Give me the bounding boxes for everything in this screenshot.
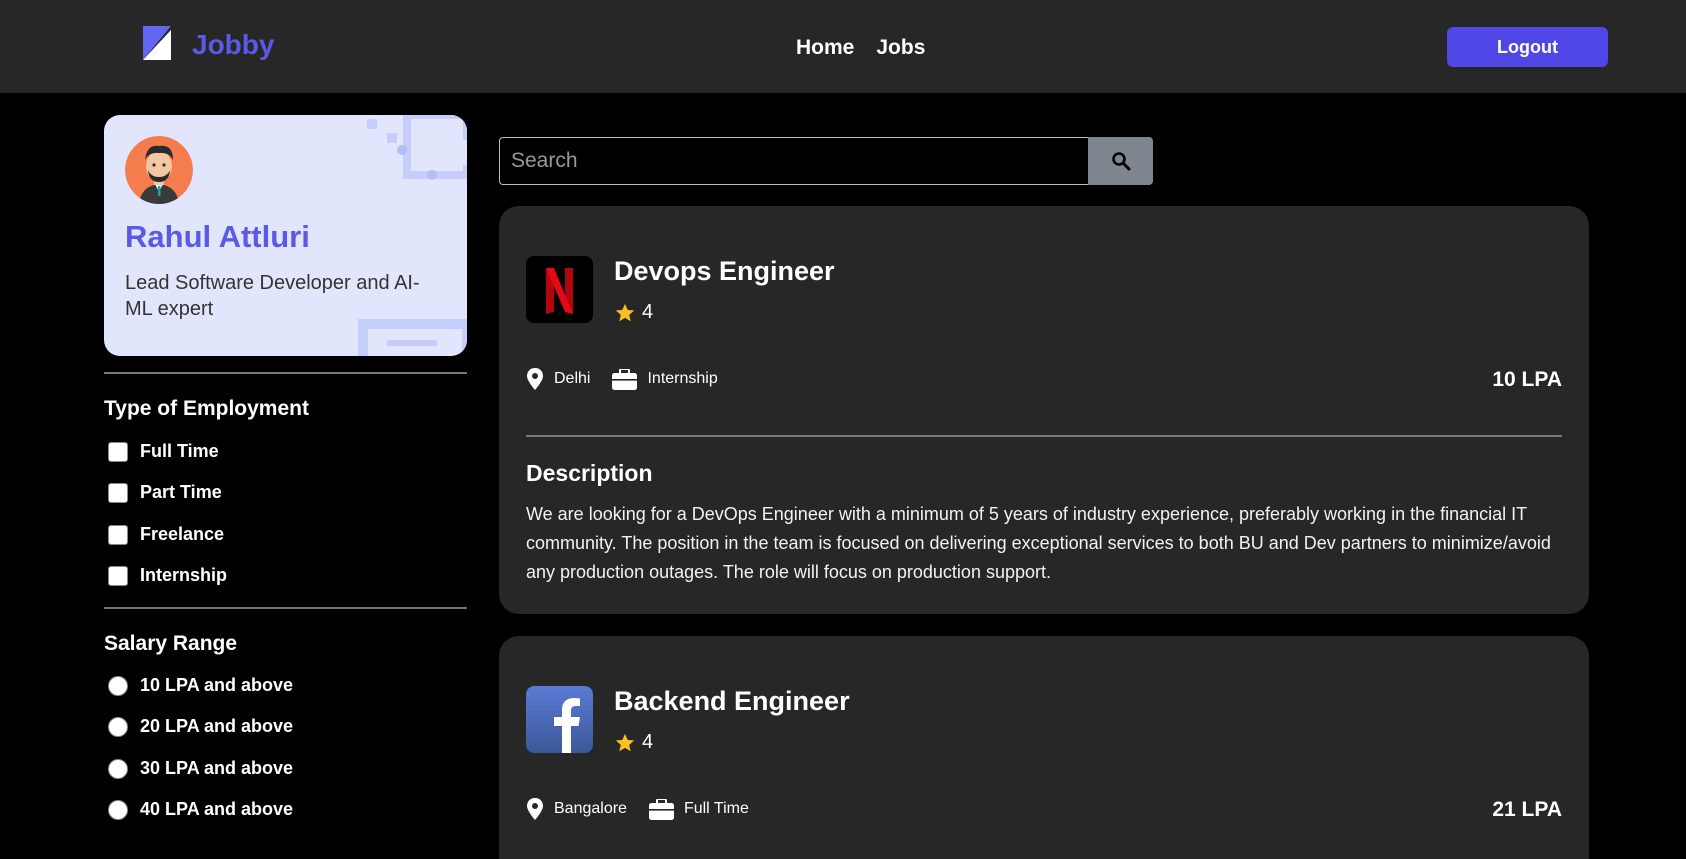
- briefcase-icon: [612, 368, 638, 390]
- job-card[interactable]: Backend Engineer 4 Bangalore Full Time 2…: [499, 636, 1589, 859]
- search-icon: [1111, 152, 1130, 171]
- decorative-pattern-icon: [367, 115, 467, 180]
- filter-label: 10 LPA and above: [140, 675, 294, 695]
- radio-button[interactable]: [108, 716, 128, 737]
- search-input[interactable]: [499, 137, 1088, 185]
- navbar: Jobby Home Jobs Logout: [0, 0, 1686, 93]
- nav-home-link[interactable]: Home: [796, 36, 854, 60]
- card-divider: [526, 435, 1562, 437]
- jobby-logo-icon[interactable]: [139, 24, 173, 62]
- facebook-logo-icon: [526, 686, 593, 753]
- employment-type-heading: Type of Employment: [104, 397, 309, 420]
- decorative-pattern-icon: [358, 319, 467, 356]
- job-rating: 4: [614, 731, 653, 754]
- filter-label: 20 LPA and above: [140, 716, 294, 736]
- filter-label: Full Time: [140, 441, 219, 461]
- job-meta: Delhi Internship: [526, 368, 718, 390]
- salary-filter-20-lpa[interactable]: 20 LPA and above: [108, 716, 293, 737]
- divider: [104, 607, 467, 609]
- location-pin-icon: [527, 368, 543, 390]
- job-employment-type: Full Time: [648, 798, 749, 820]
- nav-links: Home Jobs: [796, 36, 925, 60]
- filter-label: 30 LPA and above: [140, 758, 294, 778]
- search-button[interactable]: [1088, 137, 1153, 185]
- job-title: Devops Engineer: [614, 256, 835, 286]
- logout-button[interactable]: Logout: [1447, 27, 1608, 67]
- job-package: 10 LPA: [1492, 368, 1562, 391]
- rating-value: 4: [642, 301, 654, 323]
- filter-label: Part Time: [140, 482, 222, 502]
- search-bar: [499, 137, 1153, 185]
- job-package: 21 LPA: [1492, 798, 1562, 821]
- checkbox[interactable]: [108, 441, 128, 462]
- divider: [104, 372, 467, 374]
- checkbox[interactable]: [108, 565, 128, 586]
- job-meta: Bangalore Full Time: [526, 798, 749, 820]
- checkbox[interactable]: [108, 524, 128, 545]
- employment-filter-freelance[interactable]: Freelance: [108, 524, 224, 545]
- job-rating: 4: [614, 301, 653, 324]
- employment-filter-internship[interactable]: Internship: [108, 565, 227, 586]
- salary-range-heading: Salary Range: [104, 632, 238, 655]
- briefcase-icon: [648, 798, 674, 820]
- salary-filter-10-lpa[interactable]: 10 LPA and above: [108, 675, 293, 696]
- brand-name[interactable]: Jobby: [192, 29, 274, 61]
- job-location: Delhi: [526, 368, 590, 390]
- radio-button[interactable]: [108, 758, 128, 779]
- salary-filter-40-lpa[interactable]: 40 LPA and above: [108, 799, 293, 820]
- filter-label: 40 LPA and above: [140, 799, 294, 819]
- employment-filter-full-time[interactable]: Full Time: [108, 441, 219, 462]
- employment-type-label: Full Time: [683, 800, 749, 817]
- employment-filter-part-time[interactable]: Part Time: [108, 482, 222, 503]
- profile-bio: Lead Software Developer and AI-ML expert: [125, 272, 420, 320]
- location-label: Bangalore: [554, 800, 627, 817]
- filter-label: Internship: [140, 565, 228, 585]
- avatar: [125, 136, 193, 204]
- location-pin-icon: [527, 798, 543, 820]
- star-icon: [615, 303, 635, 321]
- description-heading: Description: [526, 460, 653, 486]
- filter-label: Freelance: [140, 524, 225, 544]
- job-description: We are looking for a DevOps Engineer wit…: [526, 504, 1551, 582]
- employment-type-label: Internship: [647, 370, 718, 387]
- star-icon: [615, 733, 635, 751]
- profile-name: Rahul Attluri: [125, 219, 310, 254]
- job-card[interactable]: Devops Engineer 4 Delhi Internship 10 LP…: [499, 206, 1589, 614]
- job-location: Bangalore: [526, 798, 627, 820]
- netflix-logo-icon: [526, 256, 593, 323]
- nav-jobs-link[interactable]: Jobs: [876, 36, 925, 60]
- location-label: Delhi: [554, 370, 591, 387]
- job-title: Backend Engineer: [614, 686, 850, 716]
- salary-filter-30-lpa[interactable]: 30 LPA and above: [108, 758, 293, 779]
- checkbox[interactable]: [108, 482, 128, 503]
- rating-value: 4: [642, 731, 654, 753]
- radio-button[interactable]: [108, 799, 128, 820]
- profile-card: Rahul Attluri Lead Software Developer an…: [104, 115, 467, 356]
- radio-button[interactable]: [108, 675, 128, 696]
- job-employment-type: Internship: [612, 368, 718, 390]
